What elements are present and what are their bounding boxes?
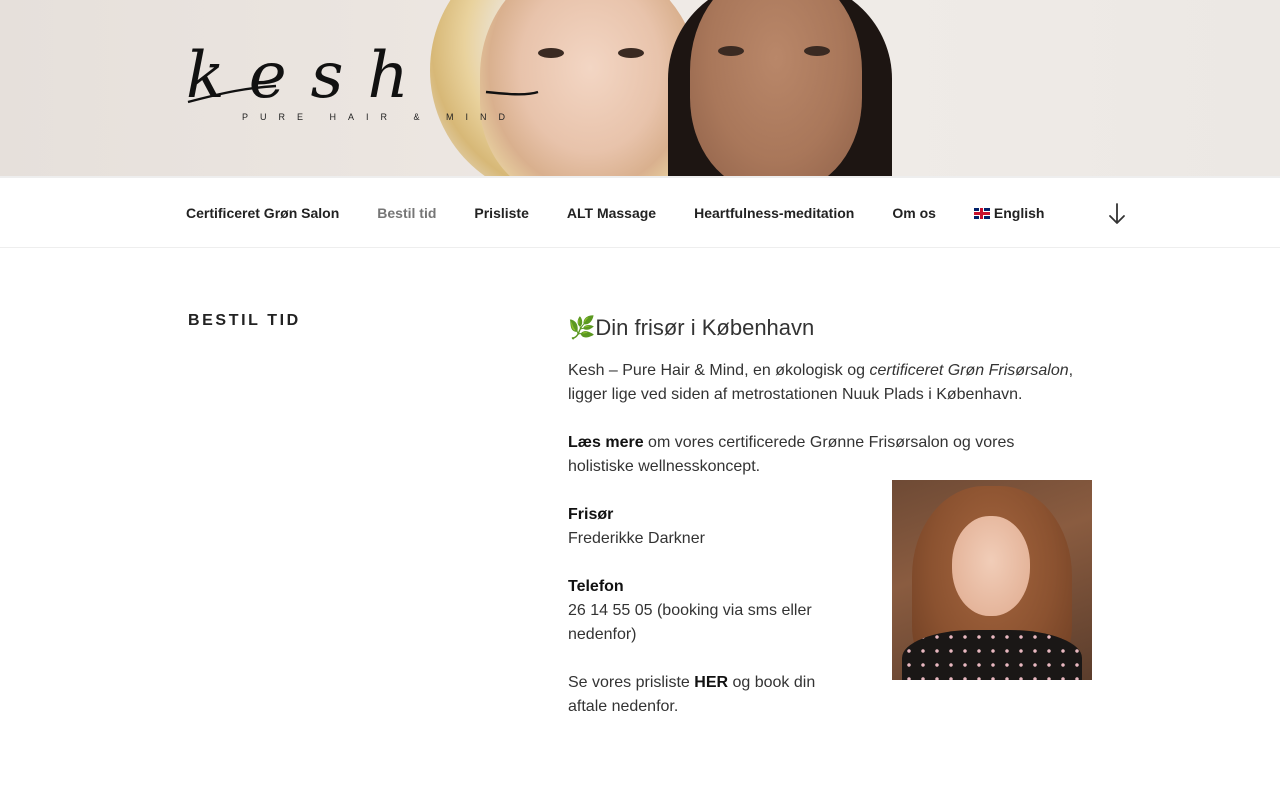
- uk-flag-icon: [973, 208, 990, 219]
- intro-emphasis: certificeret Grøn Frisørsalon: [869, 362, 1069, 379]
- photo-face: [952, 516, 1030, 616]
- main-navigation: Certificeret Grøn Salon Bestil tid Prisl…: [0, 176, 1280, 248]
- nav-item-english-label: English: [993, 205, 1045, 221]
- read-more-link[interactable]: Læs mere: [568, 434, 644, 451]
- eye: [618, 48, 644, 58]
- nav-item-bestil-tid[interactable]: Bestil tid: [377, 205, 436, 221]
- phone-block: Telefon 26 14 55 05 (booking via sms elle…: [568, 575, 858, 647]
- hairdresser-photo: [892, 480, 1092, 680]
- arrow-down-icon: [1109, 203, 1125, 224]
- section-heading-text: Din frisør i København: [595, 315, 815, 340]
- herb-emoji-icon: 🌿: [568, 315, 596, 340]
- banner-image-dark-face: [690, 0, 862, 176]
- photo-dress: [902, 630, 1082, 680]
- pricelist-text: Se vores prisliste: [568, 674, 695, 691]
- entry-content: 🌿Din frisør i København Kesh – Pure Hair…: [568, 312, 1088, 715]
- hairdresser-name: Frederikke Darkner: [568, 530, 705, 547]
- site-logo[interactable]: kesh PURE HAIR & MIND: [186, 40, 546, 130]
- nav-item-certificeret-gron-salon[interactable]: Certificeret Grøn Salon: [186, 205, 339, 221]
- scroll-down-button[interactable]: [1106, 202, 1128, 226]
- nav-item-heartfulness-meditation[interactable]: Heartfulness-meditation: [694, 205, 854, 221]
- intro-paragraph: Kesh – Pure Hair & Mind, en økologisk og…: [568, 359, 1084, 407]
- nav-item-prisliste[interactable]: Prisliste: [474, 205, 528, 221]
- eye: [718, 46, 744, 56]
- nav-item-english[interactable]: English: [973, 205, 1045, 221]
- phone-label: Telefon: [568, 578, 624, 595]
- intro-text: Kesh – Pure Hair & Mind, en økologisk og: [568, 362, 870, 379]
- phone-value: 26 14 55 05 (booking via sms eller neden…: [568, 602, 812, 643]
- nav-menu: Certificeret Grøn Salon Bestil tid Prisl…: [186, 178, 1082, 248]
- page-title: Bestil tid: [188, 312, 301, 329]
- pricelist-link[interactable]: HER: [694, 674, 728, 691]
- nav-item-alt-massage[interactable]: ALT Massage: [567, 205, 656, 221]
- hairdresser-label: Frisør: [568, 506, 614, 523]
- logo-tagline: PURE HAIR & MIND: [242, 112, 518, 122]
- logo-wordmark: kesh: [186, 39, 433, 113]
- header-banner: kesh PURE HAIR & MIND: [0, 0, 1280, 176]
- nav-item-om-os[interactable]: Om os: [892, 205, 936, 221]
- eye: [804, 46, 830, 56]
- hairdresser-block: Frisør Frederikke Darkner: [568, 503, 858, 551]
- section-heading: 🌿Din frisør i København: [568, 312, 1088, 344]
- pricelist-paragraph: Se vores prisliste HER og book din aftal…: [568, 671, 858, 719]
- read-more-paragraph: Læs mere om vores certificerede Grønne F…: [568, 431, 1084, 479]
